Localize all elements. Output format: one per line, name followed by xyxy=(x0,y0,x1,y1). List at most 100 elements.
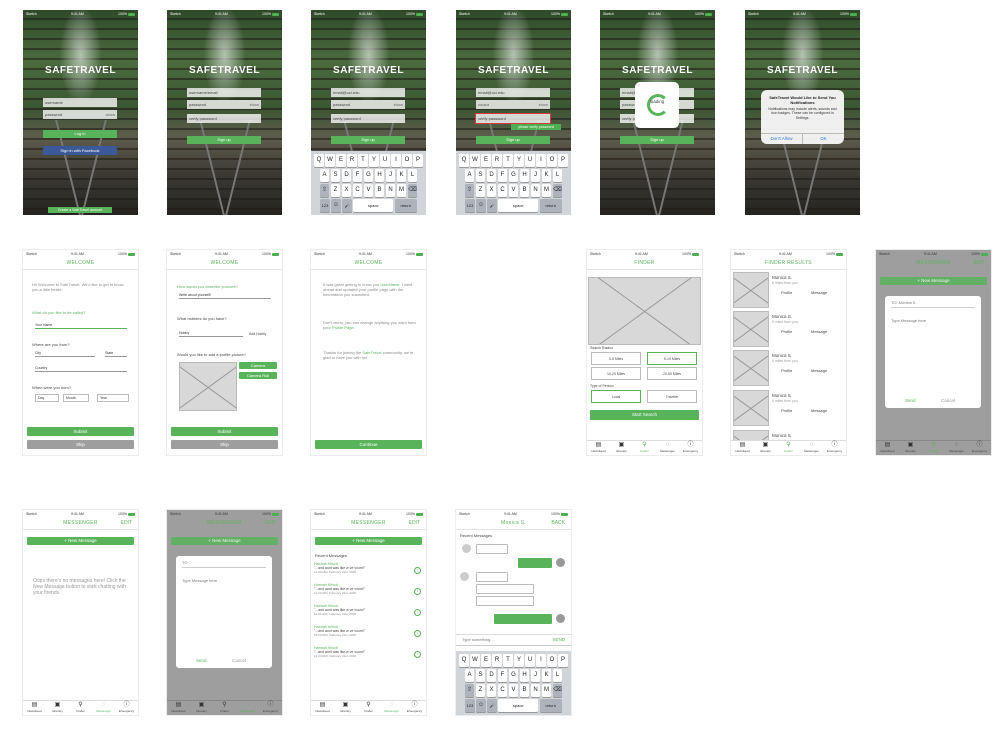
about-input[interactable]: Write about yourself! xyxy=(179,292,271,299)
send-button[interactable]: SEND xyxy=(552,637,565,642)
back-button[interactable]: BACK xyxy=(551,520,565,526)
key-j[interactable]: J xyxy=(385,169,396,182)
key-n[interactable]: N xyxy=(385,184,396,197)
recent-message-item[interactable]: Hannah Kitsch "...and aunt was like w ve … xyxy=(314,646,423,666)
year-input[interactable]: Year xyxy=(97,394,129,402)
key-q[interactable]: Q xyxy=(314,154,324,167)
tab-emergency[interactable]: ⓘ Emergency xyxy=(259,701,282,715)
signup-button[interactable]: Sign up xyxy=(331,136,405,144)
shift-key[interactable]: ⇧ xyxy=(464,184,475,197)
profile-button[interactable]: Profile xyxy=(781,368,792,373)
key-n[interactable]: N xyxy=(530,184,541,197)
key-i[interactable]: I xyxy=(391,154,401,167)
key-j[interactable]: J xyxy=(530,669,541,682)
key-c[interactable]: C xyxy=(497,184,508,197)
result-item[interactable]: Monica S.5 miles from you Profile Message xyxy=(731,311,846,348)
key-c[interactable]: C xyxy=(352,184,363,197)
microphone-icon[interactable]: 🎤 xyxy=(487,199,497,212)
edit-button[interactable]: EDIT xyxy=(121,520,132,526)
key-d[interactable]: D xyxy=(486,169,497,182)
key-z[interactable]: Z xyxy=(475,184,486,197)
radius-5-10-option[interactable]: 5-10 Miles xyxy=(647,352,697,365)
profile-button[interactable]: Profile xyxy=(781,290,792,295)
key-a[interactable]: A xyxy=(464,669,475,682)
key-j[interactable]: J xyxy=(530,169,541,182)
profile-button[interactable]: Profile xyxy=(781,329,792,334)
tab-itinerary[interactable]: ▣ Itinerary xyxy=(46,701,69,715)
key-k[interactable]: K xyxy=(396,169,407,182)
tab-finder[interactable]: ⚲ Finder xyxy=(633,441,656,455)
key-b[interactable]: B xyxy=(374,184,385,197)
cancel-button[interactable]: Cancel xyxy=(941,398,955,403)
key-s[interactable]: S xyxy=(475,669,486,682)
key-t[interactable]: T xyxy=(503,154,513,167)
signup-button[interactable]: Sign up xyxy=(620,136,694,144)
message-button[interactable]: Message xyxy=(811,368,827,373)
numbers-key[interactable]: 123 xyxy=(320,199,330,212)
info-icon[interactable]: i xyxy=(414,651,421,658)
numbers-key[interactable]: 123 xyxy=(465,699,475,712)
month-input[interactable]: Month xyxy=(63,394,89,402)
message-button[interactable]: Message xyxy=(811,290,827,295)
tab-emergency[interactable]: ⓘ Emergency xyxy=(968,441,991,455)
show-password-toggle[interactable]: show xyxy=(539,100,548,109)
new-message-button[interactable]: + New Message xyxy=(880,277,987,285)
key-x[interactable]: X xyxy=(341,184,352,197)
key-y[interactable]: Y xyxy=(369,154,379,167)
day-input[interactable]: Day xyxy=(35,394,59,402)
tab-emergency[interactable]: ⓘ Emergency xyxy=(823,441,846,455)
key-r[interactable]: R xyxy=(492,654,502,667)
local-option[interactable]: Local xyxy=(591,390,641,403)
show-password-toggle[interactable]: show xyxy=(250,100,259,109)
create-account-button[interactable]: Create a SafeTravel account xyxy=(48,207,112,213)
microphone-icon[interactable]: 🎤 xyxy=(487,699,497,712)
return-key[interactable]: return xyxy=(539,699,562,712)
delete-key[interactable]: ⌫ xyxy=(552,684,563,697)
tab-newsfeed[interactable]: ▤ NewsFeed xyxy=(23,701,46,715)
tab-itinerary[interactable]: ▣ Itinerary xyxy=(610,441,633,455)
key-w[interactable]: W xyxy=(325,154,335,167)
key-p[interactable]: P xyxy=(558,654,568,667)
key-o[interactable]: O xyxy=(547,154,557,167)
key-e[interactable]: E xyxy=(481,154,491,167)
key-m[interactable]: M xyxy=(541,184,552,197)
message-textarea[interactable]: Type Message here xyxy=(891,318,926,323)
recent-message-item[interactable]: Hannah Kitsch "...and aunt was like w ve … xyxy=(314,583,423,603)
username-input[interactable]: username xyxy=(43,98,117,107)
message-textarea[interactable]: Type Message here xyxy=(182,578,217,583)
key-k[interactable]: K xyxy=(541,669,552,682)
key-w[interactable]: W xyxy=(470,654,480,667)
key-v[interactable]: V xyxy=(508,184,519,197)
return-key[interactable]: return xyxy=(394,199,417,212)
space-key[interactable]: space xyxy=(498,699,539,712)
camera-roll-button[interactable]: Camera Roll xyxy=(239,372,277,379)
result-item[interactable]: Monica S.5 miles from you Profile Message xyxy=(731,350,846,387)
tab-emergency[interactable]: ⓘ Emergency xyxy=(679,441,702,455)
tab-newsfeed[interactable]: ▤ NewsFeed xyxy=(731,441,754,455)
tab-emergency[interactable]: ⓘ Emergency xyxy=(115,701,138,715)
key-o[interactable]: O xyxy=(547,654,557,667)
key-m[interactable]: M xyxy=(396,184,407,197)
signup-button[interactable]: Sign up xyxy=(476,136,550,144)
city-input[interactable]: City xyxy=(35,350,95,357)
result-item[interactable]: Monica S.5 miles from you Profile Message xyxy=(731,272,846,309)
key-y[interactable]: Y xyxy=(514,154,524,167)
key-z[interactable]: Z xyxy=(330,184,341,197)
verify-password-input[interactable]: verify password xyxy=(331,114,405,123)
message-button[interactable]: Message xyxy=(811,329,827,334)
tab-finder[interactable]: ⚲ Finder xyxy=(213,701,236,715)
info-icon[interactable]: i xyxy=(414,609,421,616)
key-h[interactable]: H xyxy=(519,669,530,682)
emoji-icon[interactable]: ☺ xyxy=(476,199,486,212)
shift-key[interactable]: ⇧ xyxy=(464,684,475,697)
tab-messenger[interactable]: ◌ Messenger xyxy=(656,441,679,455)
tab-newsfeed[interactable]: ▤ NewsFeed xyxy=(311,701,334,715)
country-input[interactable]: Country xyxy=(35,365,127,372)
tab-newsfeed[interactable]: ▤ NewsFeed xyxy=(167,701,190,715)
return-key[interactable]: return xyxy=(539,199,562,212)
edit-button[interactable]: EDIT xyxy=(974,260,985,266)
radius-0-5-option[interactable]: 0-5 Miles xyxy=(591,352,641,365)
tab-messenger[interactable]: ◌ Messenger xyxy=(236,701,259,715)
key-t[interactable]: T xyxy=(358,154,368,167)
continue-button[interactable]: Continue xyxy=(315,440,422,449)
